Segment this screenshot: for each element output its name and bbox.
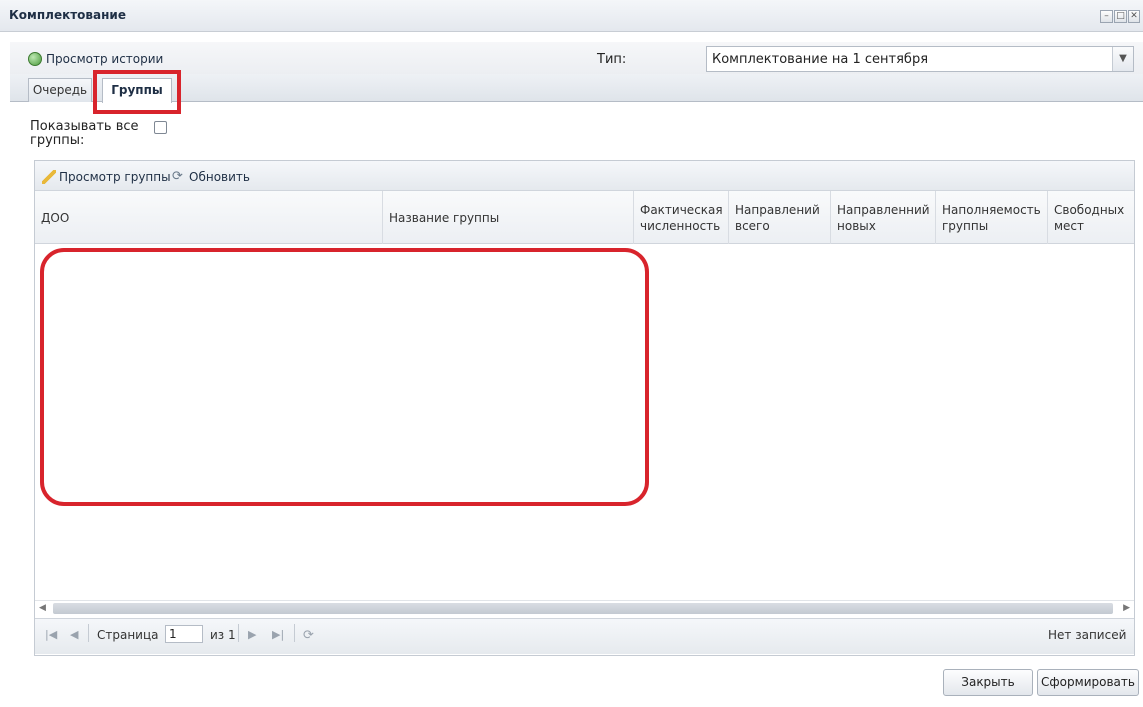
tab-queue[interactable]: Очередь	[28, 78, 92, 102]
horizontal-scrollbar[interactable]: ◀ ▶	[35, 600, 1134, 616]
column-header-group-name[interactable]: Название группы	[383, 191, 634, 244]
pager-status: Нет записей	[1048, 628, 1127, 642]
type-select-value: Комплектование на 1 сентября	[712, 52, 929, 67]
column-header-doo[interactable]: ДОО	[35, 191, 383, 244]
column-header-occupancy[interactable]: Наполняемость группы	[936, 191, 1048, 244]
type-label: Тип:	[597, 52, 627, 67]
prev-page-icon[interactable]: ◀	[70, 628, 78, 641]
column-header-referrals-new[interactable]: Направленний новых	[831, 191, 936, 244]
pager-divider	[88, 624, 89, 642]
type-select[interactable]: Комплектование на 1 сентября ▼	[706, 46, 1134, 72]
pager-refresh-icon[interactable]: ⟳	[303, 628, 314, 643]
minimize-icon[interactable]: –	[1100, 10, 1113, 23]
pager-divider	[238, 624, 239, 642]
highlight-frame-tab	[93, 70, 181, 114]
pencil-icon	[42, 170, 56, 184]
window: Комплектование – □ ✕ Просмотр истории Ти…	[0, 0, 1143, 707]
page-label: Страница	[97, 628, 159, 642]
history-icon	[28, 52, 42, 66]
show-all-label: Показывать все группы:	[30, 119, 139, 148]
refresh-label: Обновить	[189, 170, 250, 184]
scrollbar-thumb[interactable]	[53, 603, 1113, 614]
view-group-button[interactable]: Просмотр группы	[42, 170, 171, 184]
column-header-free-places[interactable]: Свободных мест	[1048, 191, 1134, 244]
first-page-icon[interactable]: |◀	[45, 628, 57, 641]
last-page-icon[interactable]: ▶|	[272, 628, 284, 641]
maximize-icon[interactable]: □	[1114, 10, 1127, 23]
pager-divider	[294, 624, 295, 642]
column-header-referrals-total[interactable]: Направлений всего	[729, 191, 831, 244]
submit-button[interactable]: Сформировать	[1037, 669, 1139, 696]
history-button[interactable]: Просмотр истории	[28, 52, 163, 66]
window-titlebar[interactable]: Комплектование – □ ✕	[0, 0, 1143, 32]
chevron-down-icon[interactable]: ▼	[1112, 47, 1133, 71]
next-page-icon[interactable]: ▶	[248, 628, 256, 641]
window-title: Комплектование	[9, 8, 126, 22]
view-group-label: Просмотр группы	[59, 170, 171, 184]
page-of-label: из 1	[210, 628, 236, 642]
scroll-left-icon[interactable]: ◀	[39, 601, 46, 616]
refresh-icon: ⟳	[172, 169, 183, 184]
close-dialog-button[interactable]: Закрыть	[943, 669, 1033, 696]
highlight-frame-body	[40, 248, 649, 506]
show-all-checkbox[interactable]	[154, 121, 167, 134]
page-number-input[interactable]: 1	[165, 625, 203, 643]
close-icon[interactable]: ✕	[1128, 10, 1140, 23]
column-header-actual-count[interactable]: Фактическая численность	[634, 191, 729, 244]
history-button-label: Просмотр истории	[46, 52, 164, 66]
refresh-button[interactable]: ⟳ Обновить	[172, 169, 250, 185]
scroll-right-icon[interactable]: ▶	[1123, 601, 1130, 616]
